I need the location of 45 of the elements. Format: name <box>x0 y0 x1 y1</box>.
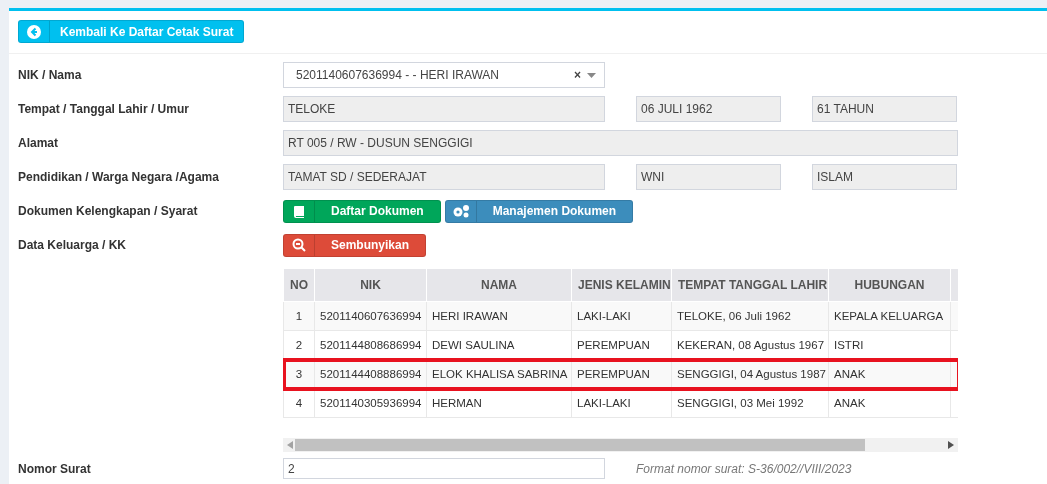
field-label: Pendidikan / Warga Negara /Agama <box>18 170 220 184</box>
scroll-left-icon[interactable] <box>287 441 293 449</box>
column-header: NAMA <box>426 268 572 302</box>
nik-select[interactable]: 5201140607636994 - - HERI IRAWAN × <box>283 62 605 88</box>
format-hint: Format nomor surat: S-36/002//VIII/2023 <box>636 461 852 476</box>
table-cell: TELOKE, 06 Juli 1962 <box>671 301 829 331</box>
book-icon <box>293 204 305 218</box>
column-header: TEMPAT TANGGAL LAHIR <box>671 268 829 302</box>
action-button[interactable]: Manajemen Dokumen <box>444 199 634 223</box>
table-cell: LAKI-LAKI <box>571 301 672 331</box>
caret-icon <box>587 72 596 78</box>
clear-icon[interactable]: × <box>574 68 581 82</box>
table-cell: ANAK <box>828 359 951 389</box>
table-cell: 5201140607636994 <box>314 301 427 331</box>
table-cell: SENGGIGI, 04 Agustus 1987 <box>671 359 829 389</box>
field-label: Nomor Surat <box>18 461 92 476</box>
field-label: Tempat / Tanggal Lahir / Umur <box>18 102 190 116</box>
readonly-field[interactable]: ISLAM <box>812 164 957 190</box>
field-label: Dokumen Kelengkapan / Syarat <box>18 204 199 218</box>
column-header: JENIS KELAMIN <box>571 268 672 302</box>
readonly-field[interactable]: TAMAT SD / SEDERAJAT <box>283 164 605 190</box>
table-cell: 3 <box>283 359 315 389</box>
horizontal-scrollbar[interactable] <box>283 438 958 452</box>
table-cell: ELOK KHALISA SABRINA <box>426 359 572 389</box>
input-field[interactable]: 2 <box>283 458 605 479</box>
readonly-field[interactable]: 61 TAHUN <box>812 96 957 122</box>
table-cell: HERI IRAWAN <box>426 301 572 331</box>
readonly-field[interactable]: RT 005 / RW - DUSUN SENGGIGI <box>283 130 958 156</box>
back-arrow-icon <box>27 24 41 39</box>
readonly-field[interactable]: WNI <box>636 164 781 190</box>
column-header: HUBUNGAN <box>828 268 951 302</box>
action-button[interactable]: Sembunyikan <box>283 233 427 257</box>
column-header: NO <box>283 268 315 302</box>
readonly-field[interactable]: 06 JULI 1962 <box>636 96 781 122</box>
column-header: NIK <box>314 268 427 302</box>
field-label: Alamat <box>18 136 59 150</box>
table-cell: 5201144408886994 <box>314 359 427 389</box>
table-cell: 1 <box>283 301 315 331</box>
readonly-field[interactable]: TELOKE <box>283 96 605 122</box>
table-cell: PEREMPUAN <box>571 359 672 389</box>
field-label: Data Keluarga / KK <box>18 238 128 252</box>
zoom-out-icon <box>292 238 306 252</box>
table-cell: KEPALA KELUARGA <box>828 301 951 331</box>
field-label: NIK / Nama <box>18 68 83 82</box>
scroll-right-icon[interactable] <box>948 441 954 449</box>
